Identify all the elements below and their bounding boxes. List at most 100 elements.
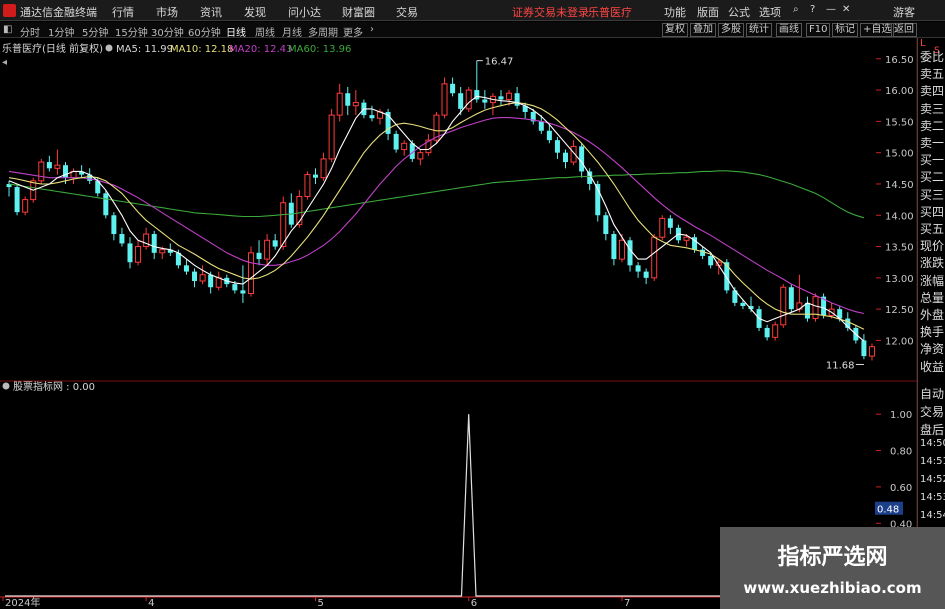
quote-label: 买五 (920, 222, 945, 236)
price-tick-label: 15.50 (885, 117, 914, 128)
candle-body-up (659, 217, 666, 238)
candle-body-down (369, 115, 375, 119)
quote-label: 买一 (920, 153, 945, 168)
price-tick-label: 16.00 (885, 86, 914, 97)
indicator-tick-label: 1.00 (890, 410, 912, 421)
trade-time-label: 盘后 (920, 422, 945, 437)
candle-body-up (336, 92, 343, 116)
quote-label: 买二 (920, 170, 945, 185)
candle-body-up (215, 277, 222, 288)
candle-body-down (103, 193, 109, 216)
price-tick-label: 14.00 (885, 211, 914, 222)
candle-body-down (46, 162, 52, 169)
trade-time-label: 14:51 (920, 456, 945, 468)
candle-body-up (352, 102, 359, 107)
date-axis: 2024年 4 5 6 7 (2, 596, 630, 609)
date-tick-label: 4 (148, 598, 154, 609)
quote-label: 外盘 (920, 308, 945, 322)
candle-body-down (546, 130, 552, 141)
candle-body-down (667, 218, 673, 228)
quote-label: 换手 (920, 325, 945, 340)
candle-body-down (450, 83, 456, 94)
candle-body-up (772, 324, 779, 338)
legend-ma60: MA60: 13.96 (288, 44, 351, 55)
candle-body-down (183, 265, 189, 272)
price-tick-label: 13.00 (885, 274, 914, 285)
candle-body-down (579, 146, 585, 172)
candle-body-up (465, 89, 472, 110)
quote-label: 买三 (920, 187, 945, 202)
quote-label: 涨幅 (920, 273, 945, 288)
candle-body-up (296, 195, 303, 226)
ma20-line (8, 117, 865, 315)
low-marker-label: 11.68 (826, 360, 855, 371)
chart-title: 乐普医疗(日线 前复权) (2, 42, 103, 55)
legend-ma20: MA20: 12.43 (229, 44, 292, 55)
price-tick-label: 12.50 (885, 305, 914, 316)
quote-label: 净资 (920, 342, 945, 357)
candle-body-down (393, 133, 399, 150)
indicator-toggle-icon[interactable] (2, 382, 10, 390)
price-tick-label: 12.00 (885, 336, 914, 347)
watermark-title: 指标严选网 (777, 545, 888, 570)
date-tick-label: 2024年 (5, 596, 40, 609)
quote-label: 卖五 (920, 67, 945, 82)
candle-body-down (127, 243, 133, 263)
date-tick-label: 5 (317, 598, 323, 609)
watermark-url: www.xuezhibiao.com (743, 579, 922, 597)
date-tick-label: 7 (624, 598, 630, 609)
indicator-value-label: 0.48 (877, 505, 899, 516)
candle-body-up (683, 236, 690, 241)
trade-time-label: 14:50 (920, 438, 945, 450)
price-tick-label: 14.50 (885, 180, 914, 191)
chart-nav-icon[interactable]: ◂ (2, 57, 7, 68)
high-marker-label: 16.47 (485, 57, 514, 68)
legend-ma10: MA10: 12.18 (170, 44, 233, 55)
ma-lines: 16.47 11.68 (8, 57, 865, 371)
candle-body-up (320, 158, 327, 179)
trade-time-label: 交易 (920, 404, 945, 419)
candle-body-up (618, 239, 625, 260)
price-tick-label: 13.50 (885, 243, 914, 254)
date-tick-label: 6 (471, 598, 477, 609)
quote-label: 卖四 (920, 84, 945, 99)
candle-body-down (563, 152, 569, 163)
candle-body-down (603, 215, 609, 235)
candle-body-down (232, 284, 238, 291)
candle-body-down (345, 93, 351, 106)
legend-ma5: MA5: 11.99 (116, 44, 173, 55)
candle-body-up (441, 83, 448, 116)
quote-label: 涨跌 (920, 256, 945, 271)
watermark: 指标严选网 www.xuezhibiao.com (720, 527, 945, 609)
candle-body-up (135, 246, 142, 263)
candle-body-up (868, 346, 875, 357)
quote-label: 卖三 (920, 101, 945, 116)
kline-chart[interactable]: 16.47 11.68 16.50 16.00 15.50 15.00 14.50 14.0… (0, 0, 945, 609)
candle-body-down (764, 327, 770, 338)
candle-body-up (417, 152, 424, 160)
candle-body-up (54, 164, 61, 169)
candle-body-down (192, 271, 198, 281)
candle-body-down (498, 96, 504, 100)
candle-body-down (538, 121, 544, 131)
candle-body-down (482, 99, 488, 103)
candle-body-down (611, 234, 617, 260)
candle-body-down (861, 340, 867, 357)
quote-label: 委比 (920, 50, 945, 64)
legend-toggle-icon[interactable] (105, 44, 113, 52)
quote-label: 买四 (920, 204, 945, 219)
candle-body-up (651, 236, 658, 279)
candle-body-down (788, 287, 794, 310)
candle-body-down (740, 302, 746, 307)
candle-body-down (643, 271, 649, 278)
price-tick-label: 15.00 (885, 149, 914, 160)
quote-label: 总量 (920, 290, 945, 305)
quote-label: 现价 (920, 239, 945, 254)
candle-body-up (22, 199, 29, 213)
indicator-tick-label: 0.80 (890, 447, 912, 458)
candle-body-down (272, 240, 278, 247)
candle-body-down (312, 174, 318, 178)
candle-body-up (401, 142, 408, 151)
candle-body-down (708, 255, 714, 266)
candle-body-up (328, 114, 335, 160)
